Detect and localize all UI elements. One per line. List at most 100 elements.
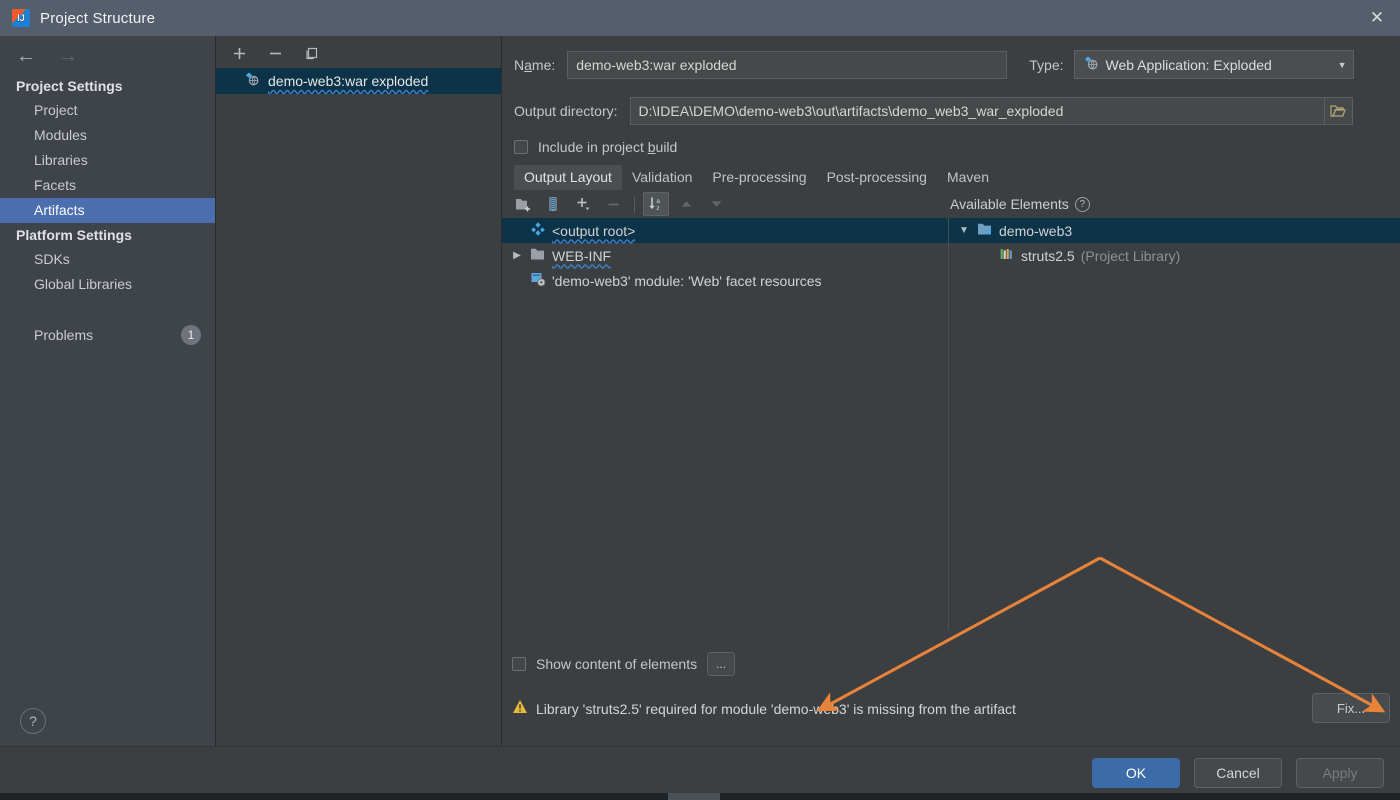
tree-row-label: WEB-INF <box>552 247 612 264</box>
available-elements-label: Available Elements <box>950 196 1069 212</box>
add-copy-of-button[interactable] <box>570 192 596 216</box>
warning-triangle-icon <box>512 699 528 719</box>
chevron-down-icon[interactable]: ▼ <box>957 225 971 236</box>
taskbar-active-item <box>668 793 720 800</box>
output-layout-toolbar: a z Available Elements ? <box>502 190 1400 218</box>
move-down-button <box>703 192 729 216</box>
artifact-detail-panel: Name: Type: Web Application: Exploded ▼ <box>502 36 1400 746</box>
apply-button: Apply <box>1296 758 1384 788</box>
artifact-warning-text: Library 'struts2.5' required for module … <box>536 701 1016 717</box>
type-combobox[interactable]: Web Application: Exploded ▼ <box>1073 50 1354 79</box>
tab-post-processing[interactable]: Post-processing <box>817 165 937 190</box>
fix-button[interactable]: Fix... <box>1312 693 1390 723</box>
arrow-right-icon: → <box>58 45 78 67</box>
navigation-arrows: ← → <box>0 36 215 74</box>
sort-alphabetically-button[interactable]: a z <box>643 192 669 216</box>
create-directory-button[interactable] <box>510 192 536 216</box>
sidebar-group-project-settings: Project Settings <box>16 78 123 94</box>
tree-row-suffix: (Project Library) <box>1080 247 1181 264</box>
trees-container: ▶ <output root> ▶ <box>502 218 1400 630</box>
window-title: Project Structure <box>40 9 156 27</box>
sidebar-item-global-libraries[interactable]: Global Libraries <box>0 272 215 297</box>
footer-buttons: OK Cancel Apply <box>1092 758 1384 788</box>
available-elements-tree: ▼ demo-web3 struts2.5 (Project Library) <box>948 218 1400 630</box>
tree-row[interactable]: ▼ demo-web3 <box>949 218 1400 243</box>
ok-button[interactable]: OK <box>1092 758 1180 788</box>
add-artifact-button[interactable] <box>230 44 248 62</box>
sidebar-item-project[interactable]: Project <box>0 98 215 123</box>
copy-artifact-button[interactable] <box>302 44 320 62</box>
artifact-list-toolbar <box>216 36 501 68</box>
show-content-label: Show content of elements <box>536 656 698 672</box>
question-circle-icon[interactable]: ? <box>1074 196 1090 212</box>
move-up-button <box>673 192 699 216</box>
include-in-build-checkbox[interactable] <box>514 140 528 154</box>
web-facet-icon <box>530 271 546 290</box>
remove-element-button <box>600 192 626 216</box>
sidebar-item-facets[interactable]: Facets <box>0 173 215 198</box>
name-input[interactable] <box>567 50 1008 79</box>
taskbar-strip <box>0 793 1400 800</box>
tree-row[interactable]: struts2.5 (Project Library) <box>949 243 1400 268</box>
output-directory-label: Output directory: <box>514 103 618 119</box>
tree-row[interactable]: ▶ <output root> <box>502 218 948 243</box>
sidebar-item-sdks[interactable]: SDKs <box>0 247 215 272</box>
include-in-build-row[interactable]: Include in project build <box>514 139 1380 155</box>
svg-text:z: z <box>656 205 659 212</box>
close-icon[interactable]: ✕ <box>1354 0 1400 36</box>
artifact-list-item[interactable]: demo-web3:war exploded <box>216 68 501 94</box>
tree-row[interactable]: 'demo-web3' module: 'Web' facet resource… <box>502 268 948 293</box>
type-label: Type: <box>1029 56 1064 73</box>
settings-sidebar: ← → Project Settings Project Modules Lib… <box>0 36 216 746</box>
sidebar-item-problems[interactable]: Problems 1 <box>0 321 215 350</box>
chevron-down-icon: ▼ <box>1337 59 1347 70</box>
cancel-button[interactable]: Cancel <box>1194 758 1282 788</box>
artifact-warning-bar: Library 'struts2.5' required for module … <box>502 692 1400 726</box>
chevron-right-icon[interactable]: ▶ <box>510 250 524 261</box>
web-artifact-icon <box>1083 55 1099 74</box>
problems-count-badge: 1 <box>181 325 201 345</box>
tree-row-label: demo-web3 <box>999 222 1073 239</box>
output-directory-row: Output directory: <box>514 97 1380 125</box>
output-directory-input[interactable] <box>629 97 1325 125</box>
tree-row[interactable]: ▶ WEB-INF <box>502 243 948 268</box>
intellij-idea-icon <box>12 9 30 27</box>
tab-output-layout[interactable]: Output Layout <box>514 165 622 190</box>
folder-open-icon[interactable] <box>1324 97 1353 125</box>
remove-artifact-button[interactable] <box>266 44 284 62</box>
include-in-build-label: Include in project build <box>538 139 678 155</box>
output-directory-field <box>629 97 1353 125</box>
sidebar-group-platform-settings: Platform Settings <box>16 227 132 243</box>
artifact-list-item-label: demo-web3:war exploded <box>268 73 429 89</box>
arrow-left-icon[interactable]: ← <box>16 46 36 66</box>
output-layout-tree: ▶ <output root> ▶ <box>502 218 948 630</box>
create-archive-button[interactable] <box>540 192 566 216</box>
tree-row-label: 'demo-web3' module: 'Web' facet resource… <box>552 272 822 289</box>
available-elements-header: Available Elements ? <box>950 190 1090 218</box>
sidebar-item-modules[interactable]: Modules <box>0 123 215 148</box>
folder-icon <box>530 247 546 264</box>
project-structure-dialog: Project Structure ✕ ← → Project Settings… <box>0 0 1400 800</box>
dialog-footer: OK Cancel Apply <box>0 746 1400 800</box>
artifact-form: Name: Type: Web Application: Exploded ▼ <box>502 36 1400 155</box>
tab-maven[interactable]: Maven <box>937 165 999 190</box>
title-bar: Project Structure ✕ <box>0 0 1400 36</box>
web-artifact-icon <box>244 71 260 92</box>
tree-row-label: <output root> <box>552 222 636 239</box>
show-content-row: Show content of elements ... <box>502 652 1400 676</box>
help-button[interactable]: ? <box>20 708 46 734</box>
show-content-checkbox[interactable] <box>512 657 526 671</box>
tab-validation[interactable]: Validation <box>622 165 702 190</box>
sidebar-item-libraries[interactable]: Libraries <box>0 148 215 173</box>
type-combobox-value: Web Application: Exploded <box>1105 56 1272 73</box>
library-icon <box>999 247 1015 264</box>
sidebar-item-artifacts[interactable]: Artifacts <box>0 198 215 223</box>
toolbar-separator <box>634 195 635 213</box>
svg-text:a: a <box>656 198 660 205</box>
tree-row-label: struts2.5 <box>1021 247 1075 264</box>
show-content-options-button[interactable]: ... <box>707 652 736 676</box>
tab-pre-processing[interactable]: Pre-processing <box>702 165 816 190</box>
module-icon <box>977 222 993 239</box>
artifact-tabs: Output Layout Validation Pre-processing … <box>514 165 1400 190</box>
